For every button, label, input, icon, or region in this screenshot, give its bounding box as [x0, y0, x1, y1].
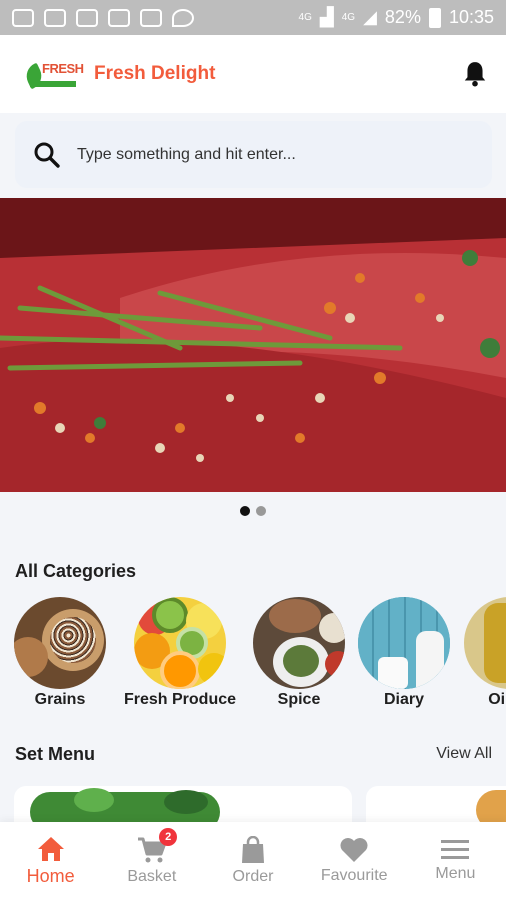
category-label: Oils a [488, 691, 506, 708]
logo-text: FRESH [42, 61, 84, 76]
status-bar: 4G ▟ 4G ◢ 82% 10:35 [0, 0, 506, 35]
promo-banner[interactable] [0, 198, 506, 492]
nav-menu[interactable]: Menu [405, 822, 506, 900]
set-menu-card[interactable] [366, 786, 506, 826]
vegetables-image-detail [164, 790, 208, 814]
network-label-2: 4G [341, 12, 356, 23]
search-input[interactable] [77, 145, 457, 164]
carousel-dot[interactable] [256, 506, 266, 516]
nav-order[interactable]: Order [202, 822, 303, 900]
nav-favourite[interactable]: Favourite [304, 822, 405, 900]
carousel-dot[interactable] [240, 506, 250, 516]
bell-icon[interactable] [462, 60, 488, 88]
menu-item-image [476, 790, 506, 826]
dairy-image [358, 597, 450, 689]
spice-image [253, 597, 345, 689]
category-item[interactable]: Spice [239, 597, 359, 709]
category-label: Diary [383, 691, 425, 708]
brand-name: Fresh Delight [94, 63, 216, 84]
mail-icon [140, 8, 162, 27]
bag-icon [242, 836, 264, 863]
category-label: Grains [34, 691, 86, 708]
bottom-navigation: Home 2 Basket Order Favourite Menu [0, 822, 506, 900]
vegetables-image-detail [74, 788, 114, 812]
set-menu-card[interactable] [14, 786, 352, 826]
search-bar [15, 121, 492, 188]
basket-count-badge: 2 [159, 828, 178, 846]
category-item[interactable]: Fresh Produce [120, 597, 240, 709]
nav-label: Menu [435, 865, 476, 882]
signal-icon: ▟ [319, 7, 334, 27]
nav-label: Order [232, 868, 274, 885]
view-all-link[interactable]: View All [436, 745, 492, 763]
instagram-icon [44, 8, 66, 27]
nav-label: Favourite [320, 867, 388, 884]
twitter-icon [172, 8, 194, 27]
battery-icon [428, 7, 441, 28]
wifi-icon [108, 8, 130, 27]
signal-icon-2: ◢ [363, 7, 377, 27]
brand-logo[interactable]: FRESH [22, 55, 84, 93]
categories-title: All Categories [15, 561, 137, 581]
oils-image [464, 597, 506, 689]
set-menu-title: Set Menu [15, 744, 96, 764]
clock: 10:35 [448, 7, 494, 27]
fresh-produce-image [134, 597, 226, 689]
heart-icon [340, 838, 368, 862]
grains-image [14, 597, 106, 689]
logo-underline [30, 81, 76, 87]
app-header: FRESH Fresh Delight [0, 35, 506, 113]
home-icon [37, 836, 64, 861]
nav-home[interactable]: Home [0, 822, 101, 900]
battery-percent: 82% [384, 7, 421, 27]
nav-label: Home [26, 865, 75, 886]
nav-label: Basket [127, 868, 177, 885]
category-item[interactable]: Grains [0, 597, 120, 709]
network-label: 4G [298, 12, 312, 23]
carousel-dots [0, 506, 506, 516]
menu-icon [441, 840, 470, 859]
category-list: Grains Fresh Produce Spice Diary Oi [0, 597, 506, 712]
nav-basket[interactable]: 2 Basket [101, 822, 202, 900]
category-item[interactable]: Diary [344, 597, 464, 709]
category-label: Spice [277, 691, 321, 708]
category-label: Fresh Produce [123, 691, 237, 708]
category-item[interactable]: Oils a [450, 597, 506, 709]
instagram-icon [76, 8, 98, 27]
meat-image [0, 198, 506, 492]
search-icon[interactable] [33, 141, 61, 169]
message-icon [12, 8, 34, 27]
notification-icons [12, 8, 194, 27]
